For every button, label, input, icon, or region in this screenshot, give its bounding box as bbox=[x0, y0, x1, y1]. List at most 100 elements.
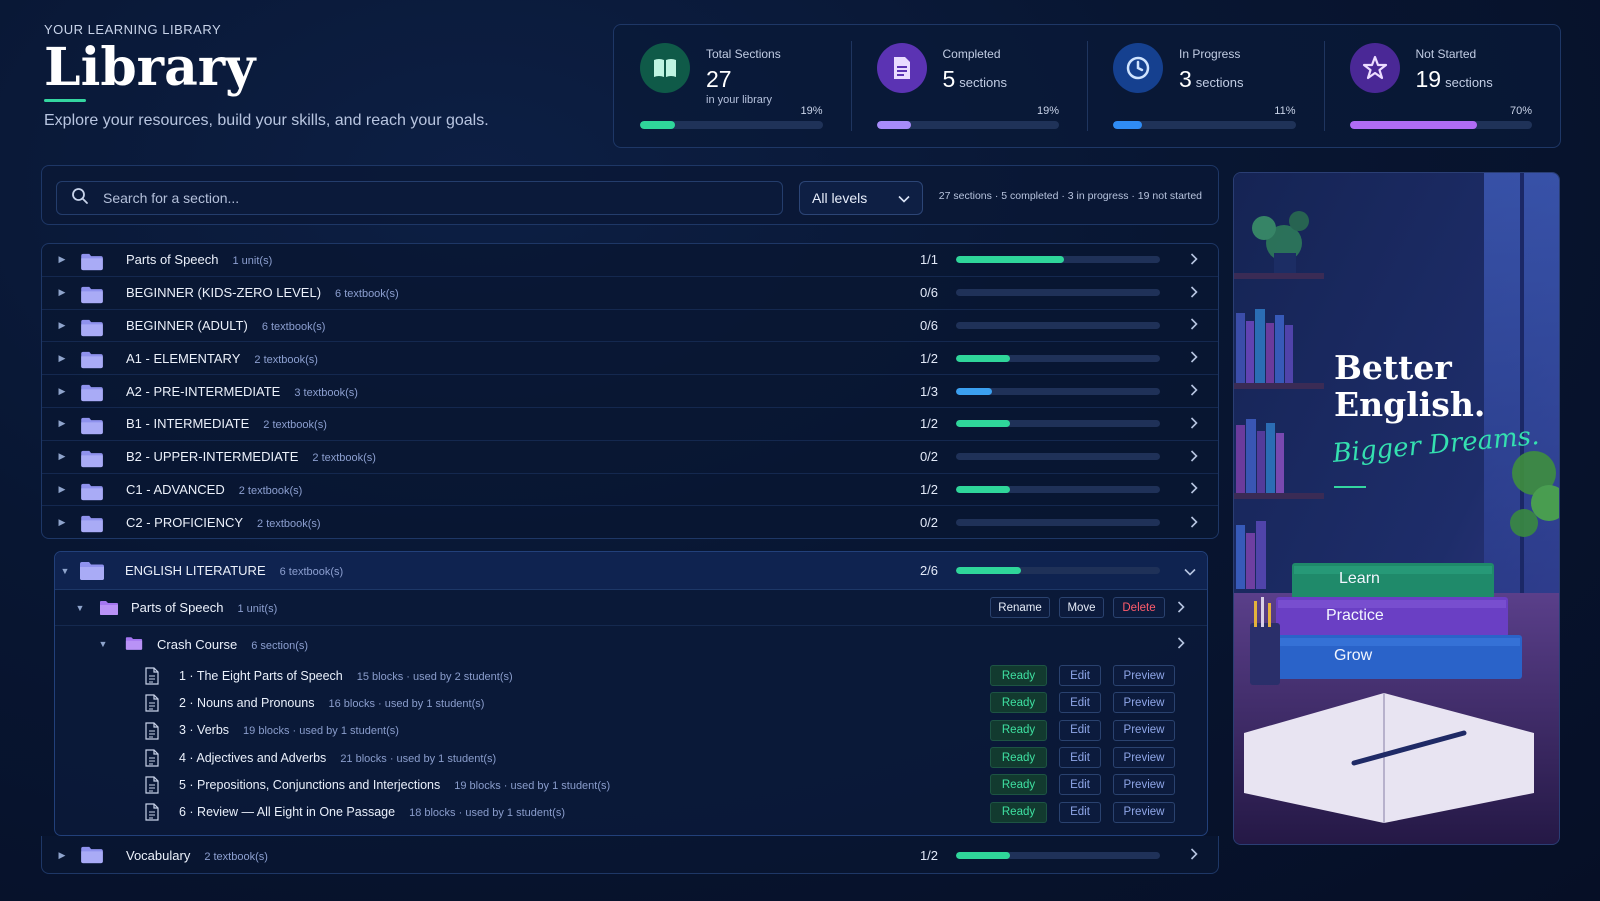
search-input[interactable] bbox=[103, 190, 703, 206]
folder-icon bbox=[80, 483, 104, 506]
library-summary: 27 sections · 5 completed · 3 in progres… bbox=[938, 190, 1202, 202]
section-count: 2 textbook(s) bbox=[204, 850, 268, 863]
section-item-row[interactable]: 3 · Verbs 19 blocks · used by 1 student(s… bbox=[55, 717, 1207, 744]
delete-button[interactable]: Delete bbox=[1113, 597, 1165, 618]
caret-right-icon[interactable]: ▶ bbox=[57, 320, 67, 331]
section-row[interactable]: ▶ Vocabulary 2 textbook(s) 1/2 bbox=[42, 836, 1218, 874]
caret-right-icon[interactable]: ▶ bbox=[57, 484, 67, 495]
preview-button[interactable]: Preview bbox=[1113, 774, 1175, 796]
section-count: 2 textbook(s) bbox=[238, 484, 303, 497]
stat-progress-bar bbox=[640, 121, 823, 129]
edit-button[interactable]: Edit bbox=[1059, 665, 1101, 687]
edit-button[interactable]: Edit bbox=[1059, 747, 1101, 769]
document-icon bbox=[145, 667, 159, 690]
stat-note: in your library bbox=[706, 94, 773, 106]
section-row[interactable]: ▶ Parts of Speech 1 unit(s) 1/1 bbox=[42, 244, 1218, 277]
section-item-meta: 21 blocks · used by 1 student(s) bbox=[340, 752, 497, 765]
chevron-right-icon[interactable] bbox=[1175, 600, 1187, 616]
caret-right-icon[interactable]: ▶ bbox=[57, 418, 67, 429]
section-item-row[interactable]: 2 · Nouns and Pronouns 16 blocks · used b… bbox=[55, 689, 1207, 716]
unit-row-parts-of-speech[interactable]: ▼ Parts of Speech 1 unit(s) Rename Move D… bbox=[55, 590, 1207, 626]
status-ready-badge[interactable]: Ready bbox=[990, 692, 1047, 714]
chevron-right-icon[interactable] bbox=[1188, 285, 1200, 301]
status-ready-badge[interactable]: Ready bbox=[990, 747, 1047, 769]
caret-right-icon[interactable]: ▶ bbox=[57, 287, 67, 298]
promo-underline bbox=[1334, 486, 1366, 488]
caret-right-icon[interactable]: ▶ bbox=[57, 451, 67, 462]
chevron-right-icon[interactable] bbox=[1188, 449, 1200, 465]
chevron-right-icon[interactable] bbox=[1175, 636, 1187, 652]
section-item-row[interactable]: 5 · Prepositions, Conjunctions and Inter… bbox=[55, 771, 1207, 798]
section-row[interactable]: ▶ BEGINNER (ADULT) 6 textbook(s) 0/6 bbox=[42, 310, 1218, 343]
stat-progress-fill bbox=[1113, 121, 1143, 129]
edit-button[interactable]: Edit bbox=[1059, 801, 1101, 823]
status-ready-badge[interactable]: Ready bbox=[990, 801, 1047, 823]
section-row[interactable]: ▶ C2 - PROFICIENCY 2 textbook(s) 0/2 bbox=[42, 506, 1218, 538]
book-label-learn: Learn bbox=[1339, 570, 1380, 587]
chevron-right-icon[interactable] bbox=[1188, 252, 1200, 268]
section-progress-bar bbox=[956, 453, 1160, 461]
section-progress-fill bbox=[956, 354, 1011, 362]
section-item-row[interactable]: 4 · Adjectives and Adverbs 21 blocks · us… bbox=[55, 744, 1207, 771]
section-row-vocabulary[interactable]: ▶ Vocabulary 2 textbook(s) 1/2 bbox=[41, 836, 1219, 874]
chevron-right-icon[interactable] bbox=[1188, 481, 1200, 497]
section-name: ENGLISH LITERATURE 6 textbook(s) bbox=[125, 563, 343, 578]
unit-count: 1 unit(s) bbox=[237, 603, 278, 615]
caret-right-icon[interactable]: ▶ bbox=[57, 850, 67, 861]
edit-button[interactable]: Edit bbox=[1059, 692, 1101, 714]
chevron-right-icon[interactable] bbox=[1188, 350, 1200, 366]
section-row[interactable]: ▶ B1 - INTERMEDIATE 2 textbook(s) 1/2 bbox=[42, 408, 1218, 441]
caret-right-icon[interactable]: ▶ bbox=[57, 353, 67, 364]
book-label-grow: Grow bbox=[1334, 647, 1373, 664]
section-item-meta: 19 blocks · used by 1 student(s) bbox=[454, 779, 611, 792]
preview-button[interactable]: Preview bbox=[1113, 719, 1175, 741]
section-item-row[interactable]: 6 · Review — All Eight in One Passage 18 … bbox=[55, 798, 1207, 825]
rename-button[interactable]: Rename bbox=[990, 597, 1050, 618]
folder-icon bbox=[80, 515, 104, 538]
chevron-right-icon[interactable] bbox=[1188, 847, 1200, 863]
section-name: BEGINNER (KIDS-ZERO LEVEL) 6 textbook(s) bbox=[126, 285, 399, 300]
section-progress-fill bbox=[956, 256, 1065, 264]
folder-icon bbox=[80, 253, 104, 276]
caret-right-icon[interactable]: ▶ bbox=[57, 254, 67, 265]
stat-value: 3 sections bbox=[1179, 66, 1244, 93]
preview-button[interactable]: Preview bbox=[1113, 801, 1175, 823]
section-score: 0/6 bbox=[919, 317, 939, 333]
status-ready-badge[interactable]: Ready bbox=[990, 774, 1047, 796]
preview-button[interactable]: Preview bbox=[1113, 747, 1175, 769]
chevron-right-icon[interactable] bbox=[1188, 383, 1200, 399]
caret-down-icon[interactable]: ▼ bbox=[98, 639, 108, 649]
chevron-right-icon[interactable] bbox=[1188, 317, 1200, 333]
section-item-row[interactable]: 1 · The Eight Parts of Speech 15 blocks ·… bbox=[55, 662, 1207, 689]
stat-number: 19 bbox=[1415, 66, 1442, 92]
section-row[interactable]: ▶ A1 - ELEMENTARY 2 textbook(s) 1/2 bbox=[42, 342, 1218, 376]
status-ready-badge[interactable]: Ready bbox=[990, 665, 1047, 687]
preview-button[interactable]: Preview bbox=[1113, 665, 1175, 687]
level-filter-select[interactable]: All levels bbox=[799, 181, 923, 215]
section-row[interactable]: ▶ A2 - PRE-INTERMEDIATE 3 textbook(s) 1/3 bbox=[42, 375, 1218, 408]
caret-down-icon[interactable]: ▼ bbox=[60, 566, 70, 576]
course-row-crash-course[interactable]: ▼ Crash Course 6 section(s) bbox=[55, 626, 1207, 662]
preview-button[interactable]: Preview bbox=[1113, 692, 1175, 714]
chevron-down-icon[interactable] bbox=[1184, 563, 1196, 579]
section-score: 0/2 bbox=[919, 515, 939, 531]
section-row[interactable]: ▶ C1 - ADVANCED 2 textbook(s) 1/2 bbox=[42, 474, 1218, 507]
section-row[interactable]: ▶ BEGINNER (KIDS-ZERO LEVEL) 6 textbook(s)… bbox=[42, 277, 1218, 310]
section-row-english-literature[interactable]: ▼ ENGLISH LITERATURE 6 textbook(s) 2/6 bbox=[55, 552, 1207, 590]
edit-button[interactable]: Edit bbox=[1059, 719, 1101, 741]
edit-button[interactable]: Edit bbox=[1059, 774, 1101, 796]
search-box[interactable] bbox=[56, 181, 783, 215]
chevron-right-icon[interactable] bbox=[1188, 515, 1200, 531]
caret-down-icon[interactable]: ▼ bbox=[75, 603, 85, 613]
caret-right-icon[interactable]: ▶ bbox=[57, 386, 67, 397]
folder-icon bbox=[80, 846, 104, 869]
section-title: C1 - ADVANCED bbox=[126, 481, 225, 497]
status-ready-badge[interactable]: Ready bbox=[990, 719, 1047, 741]
expanded-section-english-literature: ▼ ENGLISH LITERATURE 6 textbook(s) 2/6 ▼ … bbox=[54, 551, 1208, 836]
chevron-right-icon[interactable] bbox=[1188, 416, 1200, 432]
move-button[interactable]: Move bbox=[1059, 597, 1104, 618]
stat-progress-bar bbox=[1349, 121, 1532, 129]
section-item-meta: 19 blocks · used by 1 student(s) bbox=[243, 725, 399, 738]
section-row[interactable]: ▶ B2 - UPPER-INTERMEDIATE 2 textbook(s) 0/2 bbox=[42, 441, 1218, 474]
caret-right-icon[interactable]: ▶ bbox=[57, 517, 67, 528]
